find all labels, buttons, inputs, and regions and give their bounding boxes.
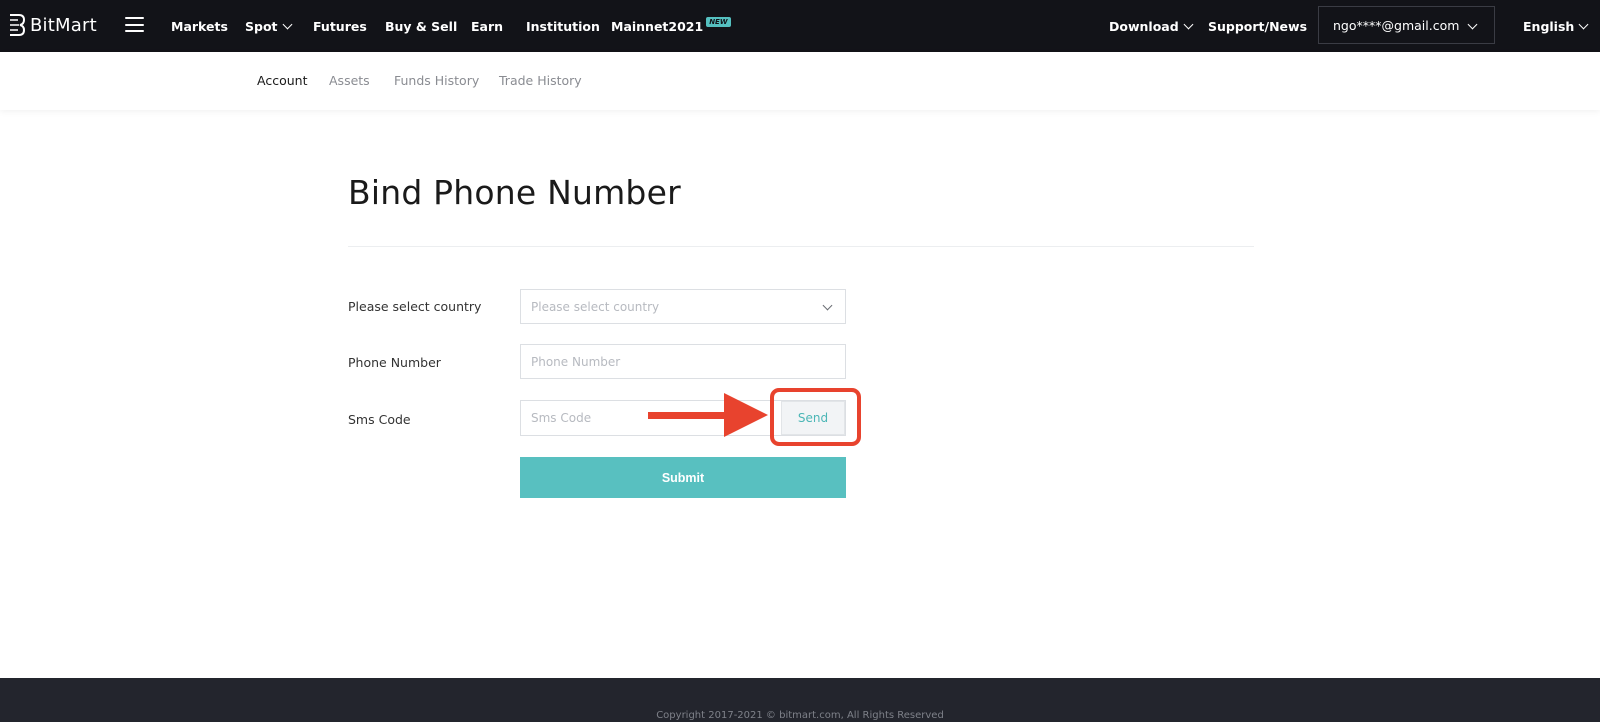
country-label: Please select country [348,299,482,314]
brand-name: BitMart [30,14,97,36]
title-divider [348,246,1254,247]
tab-assets[interactable]: Assets [329,73,370,88]
footer: Copyright 2017-2021 © bitmart.com, All R… [0,678,1600,722]
nav-support-news-label: Support/News [1208,18,1308,34]
nav-support-news[interactable]: Support/News [1208,0,1307,52]
hamburger-menu-icon[interactable] [125,17,144,32]
nav-download[interactable]: Download [1109,0,1194,52]
tab-account[interactable]: Account [257,73,307,88]
page-title: Bind Phone Number [348,173,681,212]
sms-code-label: Sms Code [348,412,411,427]
nav-buy-sell[interactable]: Buy & Sell [385,0,457,52]
nav-institution[interactable]: Institution [526,0,600,52]
chevron-down-icon [1467,19,1478,30]
account-email: ngo****@gmail.com [1333,17,1460,33]
bitmart-logo-icon [10,14,26,36]
language-label: English [1523,18,1575,34]
country-select-placeholder: Please select country [531,299,660,314]
send-button-highlight-annotation [770,388,861,446]
tab-funds-history[interactable]: Funds History [394,73,479,88]
tab-trade-history[interactable]: Trade History [499,73,582,88]
top-navigation-bar: BitMart Markets Spot Futures Buy & Sell … [0,0,1600,52]
copyright-text: Copyright 2017-2021 © bitmart.com, All R… [656,709,944,721]
nav-earn[interactable]: Earn [471,0,503,52]
nav-spot-label: Spot [245,18,278,34]
nav-mainnet2021-label: Mainnet2021 [611,18,704,34]
nav-markets[interactable]: Markets [171,0,228,52]
chevron-down-icon [1578,19,1589,29]
nav-institution-label: Institution [526,18,600,34]
nav-futures[interactable]: Futures [313,0,367,52]
chevron-down-icon [282,19,292,29]
account-dropdown[interactable]: ngo****@gmail.com [1318,6,1495,44]
phone-number-label: Phone Number [348,355,441,370]
nav-buy-sell-label: Buy & Sell [385,18,458,34]
nav-futures-label: Futures [313,18,367,34]
nav-earn-label: Earn [471,18,504,34]
submit-button[interactable]: Submit [520,457,846,498]
bitmart-logo[interactable]: BitMart [8,13,97,37]
nav-markets-label: Markets [171,18,228,34]
red-arrow-annotation [648,393,768,437]
new-badge: NEW [706,17,731,27]
chevron-down-icon [822,300,833,311]
country-select[interactable]: Please select country [520,289,846,324]
nav-spot[interactable]: Spot [245,0,292,52]
phone-number-input[interactable] [520,344,846,379]
nav-mainnet2021[interactable]: Mainnet2021 NEW [611,0,731,52]
account-sub-navigation: Account Assets Funds History Trade Histo… [0,52,1600,110]
nav-download-label: Download [1109,18,1179,34]
chevron-down-icon [1183,19,1194,29]
language-selector[interactable]: English [1523,0,1589,52]
